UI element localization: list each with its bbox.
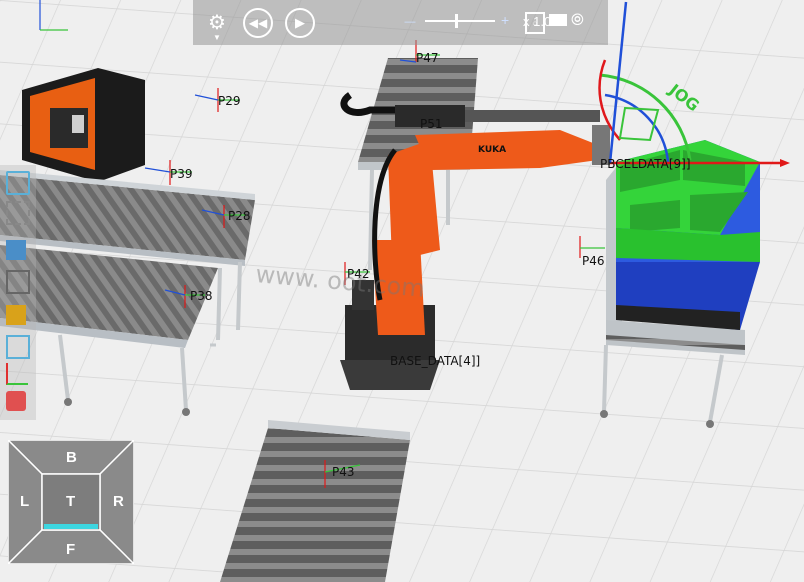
- view-cube-highlight: [44, 524, 98, 529]
- plus-icon[interactable]: +: [501, 12, 509, 28]
- base-data-label: BASE_DATA[4]]: [390, 354, 480, 368]
- point-label-p47: P47: [416, 51, 439, 65]
- point-label-p51: P51: [420, 117, 443, 131]
- pdf-icon[interactable]: ⌂: [525, 12, 545, 34]
- video-icon[interactable]: [549, 14, 567, 26]
- point-label-p28: P28: [228, 209, 251, 223]
- axis-icon[interactable]: [6, 363, 28, 385]
- left-toolbar: [0, 165, 36, 420]
- view-cube-label-t: T: [66, 493, 75, 510]
- view-cube-label-r: R: [113, 493, 124, 510]
- zoom-box-icon[interactable]: [6, 201, 30, 225]
- control-cabinet: [22, 68, 145, 182]
- minus-icon[interactable]: —: [405, 15, 416, 29]
- perspective-icon[interactable]: [6, 240, 26, 260]
- material-icon[interactable]: [6, 305, 26, 325]
- gear-icon[interactable]: ⚙: [207, 10, 227, 34]
- signal-icon[interactable]: ⦾: [571, 12, 584, 30]
- rewind-icon[interactable]: ◀◀: [243, 8, 273, 38]
- view-cube-label-l: L: [20, 493, 29, 510]
- play-icon[interactable]: ▶: [285, 8, 315, 38]
- point-label-p39: P39: [170, 167, 193, 181]
- point-label-p38: P38: [190, 289, 213, 303]
- point-label-p46: P46: [582, 254, 605, 268]
- point-label-p29: P29: [218, 94, 241, 108]
- point-label-pbceldata: PBCELDATA[9]]: [600, 157, 691, 171]
- cube-icon[interactable]: [6, 270, 30, 294]
- top-toolbar: ⚙ ▼ ◀◀ ▶ x 1.0 — + ⌂ ⦾: [193, 0, 608, 45]
- view-cube-label-f: F: [66, 541, 75, 558]
- slider-handle[interactable]: [455, 14, 458, 28]
- chevron-down-icon[interactable]: ▼: [213, 33, 221, 42]
- speed-slider[interactable]: [425, 20, 495, 22]
- robot-brand: KUKA: [478, 145, 506, 155]
- fit-view-icon[interactable]: [6, 171, 30, 195]
- view-cube[interactable]: B L T R F: [8, 440, 134, 564]
- grid-icon[interactable]: [6, 335, 30, 359]
- view-cube-label-b: B: [66, 449, 77, 466]
- point-label-p43: P43: [332, 465, 355, 479]
- color-cube-icon[interactable]: [6, 391, 26, 411]
